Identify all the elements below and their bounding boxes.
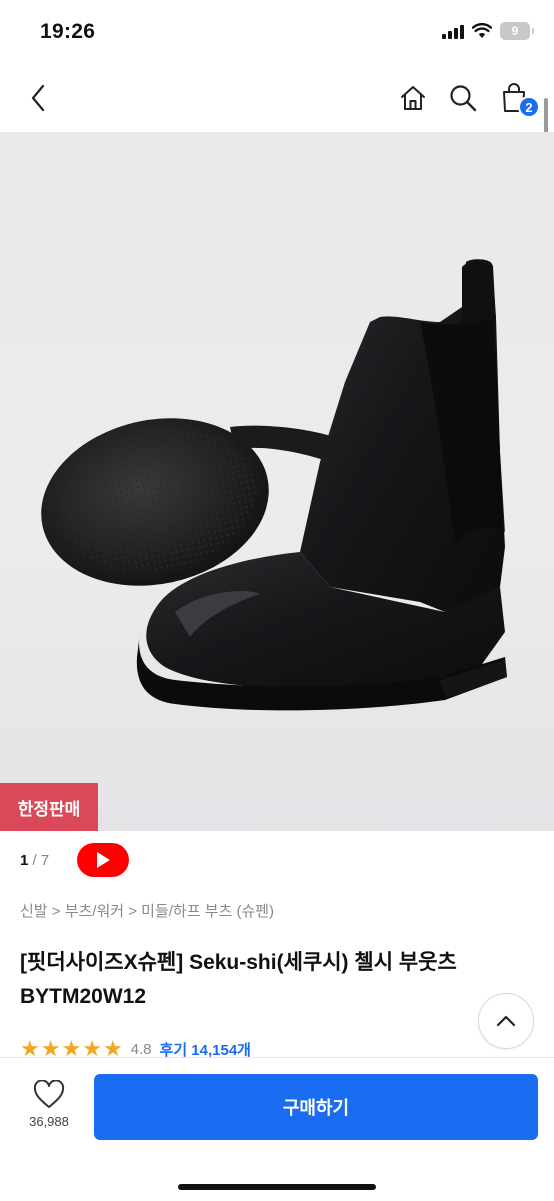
like-count: 36,988 <box>29 1114 69 1129</box>
status-bar: 19:26 9 <box>0 0 554 66</box>
scroll-to-top-button[interactable] <box>478 993 534 1049</box>
cellular-signal-icon <box>442 23 464 39</box>
youtube-play-icon <box>97 852 111 868</box>
heart-icon <box>33 1080 65 1108</box>
product-image[interactable] <box>0 132 554 831</box>
total-images: 7 <box>40 851 50 869</box>
product-title: [핏더사이즈X슈펜] Seku-shi(세쿠시) 첼시 부웃츠 BYTM20W1… <box>20 951 457 1008</box>
wifi-icon <box>472 23 492 38</box>
limited-edition-badge: 한정판매 <box>0 783 98 831</box>
back-button[interactable] <box>18 78 58 118</box>
image-counter-separator: / <box>28 851 41 869</box>
gallery-controls: 1 / 7 <box>20 842 130 878</box>
battery-icon: 9 <box>500 22 534 40</box>
boot-image <box>41 259 507 711</box>
rating-value: 4.8 <box>130 1040 152 1058</box>
cart-button[interactable]: 2 <box>494 78 540 118</box>
home-button[interactable] <box>393 78 433 118</box>
buy-button[interactable]: 구매하기 <box>94 1074 538 1140</box>
home-icon <box>401 86 425 110</box>
back-arrow-icon <box>31 84 45 112</box>
cart-count-badge: 2 <box>518 96 540 118</box>
category-breadcrumb[interactable]: 신발 > 부츠/워커 > 미들/하프 부츠 (슈펜) <box>20 900 274 921</box>
status-icons: 9 <box>442 22 534 40</box>
like-button[interactable]: 36,988 <box>18 1080 80 1140</box>
search-icon <box>450 85 477 112</box>
home-indicator <box>178 1184 376 1190</box>
chevron-up-icon <box>496 1015 516 1027</box>
youtube-video-button[interactable] <box>77 843 130 877</box>
search-button[interactable] <box>443 78 483 118</box>
status-time: 19:26 <box>40 20 96 43</box>
bottom-action-bar: 36,988 구매하기 <box>0 1057 554 1201</box>
image-counter: 1 / 7 <box>20 852 49 869</box>
battery-level: 9 <box>511 24 519 38</box>
top-navigation: 2 <box>0 66 554 130</box>
